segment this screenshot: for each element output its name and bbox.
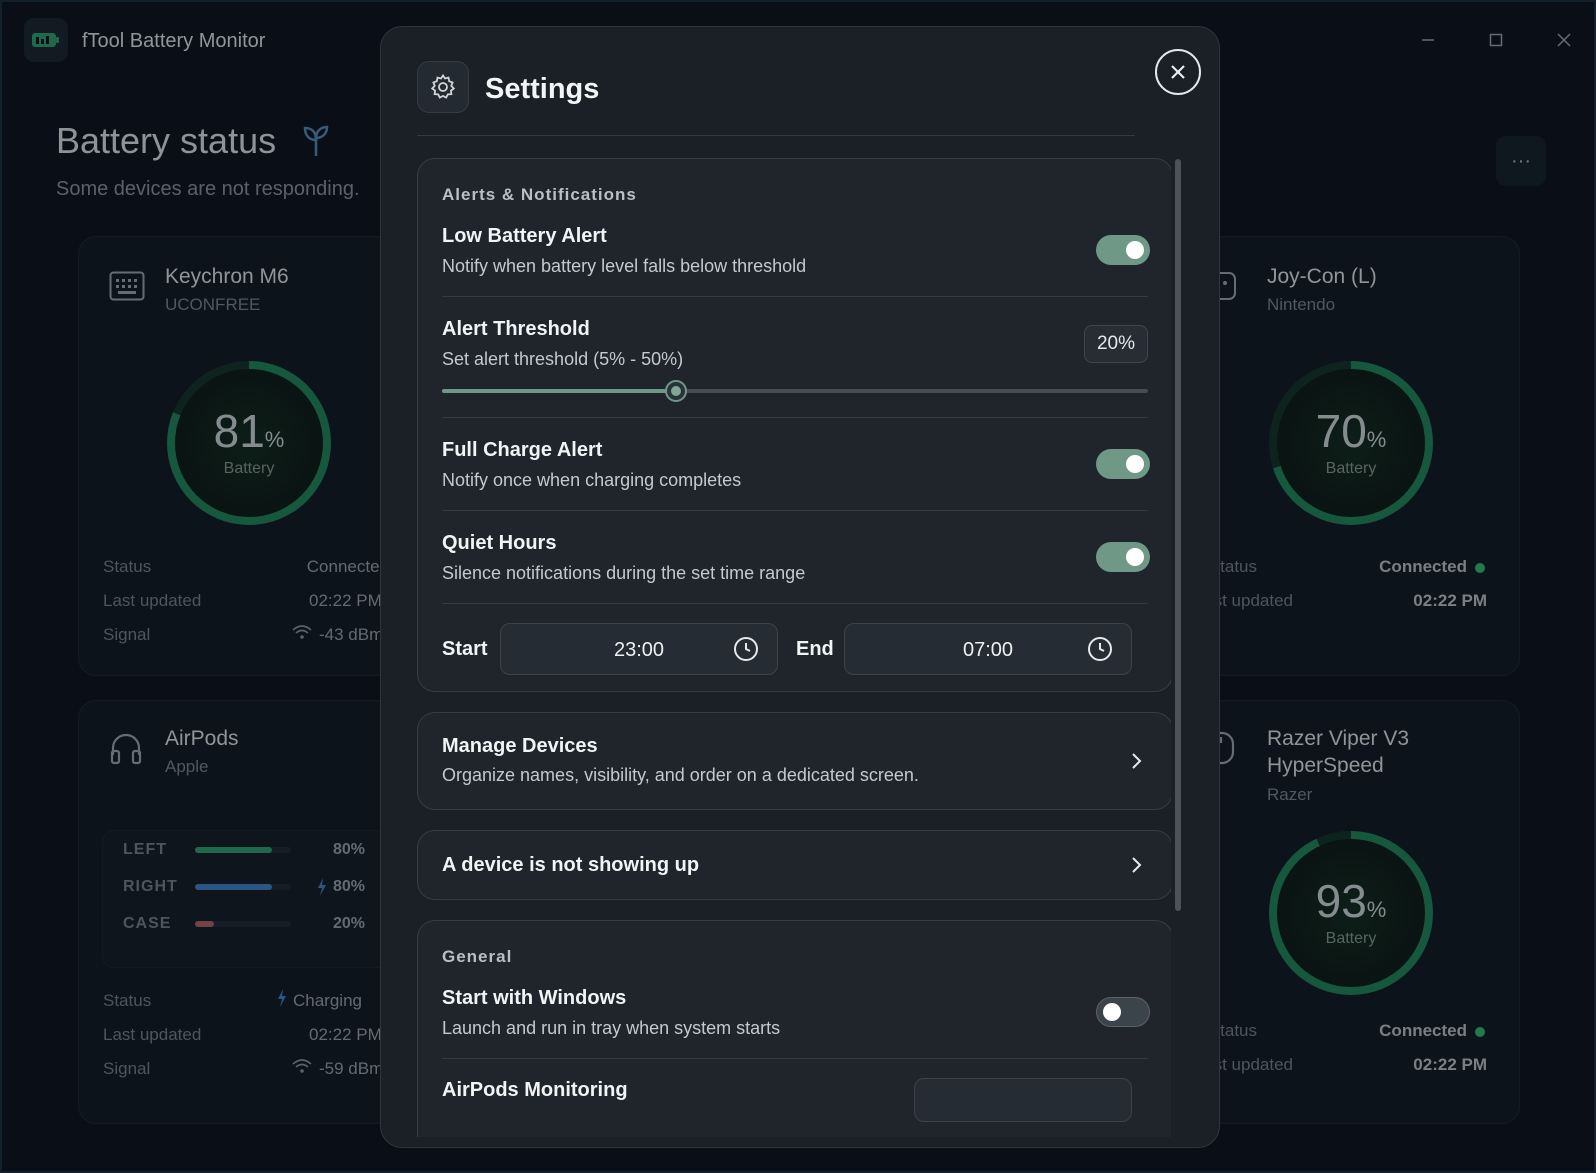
- airpods-monitoring-select[interactable]: [914, 1078, 1132, 1122]
- full-charge-alert-desc: Notify once when charging completes: [442, 470, 742, 490]
- alert-threshold-desc: Set alert threshold (5% - 50%): [442, 349, 684, 369]
- manage-devices-desc: Organize names, visibility, and order on…: [442, 765, 919, 785]
- device-not-showing-title: A device is not showing up: [442, 854, 700, 876]
- start-time-label: Start: [442, 638, 488, 660]
- quiet-hours-title: Quiet Hours: [442, 532, 557, 554]
- divider: [442, 1058, 1148, 1059]
- slider-fill: [442, 389, 676, 393]
- divider: [442, 417, 1148, 418]
- end-time-picker[interactable]: 07:00: [844, 623, 1132, 675]
- clock-icon: [734, 637, 758, 661]
- quiet-hours-desc: Silence notifications during the set tim…: [442, 563, 806, 583]
- divider: [442, 603, 1148, 604]
- start-with-windows-title: Start with Windows: [442, 987, 627, 1009]
- alert-threshold-title: Alert Threshold: [442, 318, 590, 340]
- full-charge-alert-toggle[interactable]: [1096, 449, 1150, 479]
- quiet-hours-toggle[interactable]: [1096, 542, 1150, 572]
- manage-devices-row[interactable]: Manage Devices Organize names, visibilit…: [417, 712, 1171, 810]
- alerts-section: Alerts & Notifications Low Battery Alert…: [417, 158, 1171, 692]
- close-settings-button[interactable]: [1155, 49, 1201, 95]
- end-time-label: End: [796, 638, 834, 660]
- device-not-showing-row[interactable]: A device is not showing up: [417, 830, 1171, 900]
- settings-scrollbar[interactable]: [1175, 159, 1181, 911]
- settings-title: Settings: [485, 73, 600, 105]
- full-charge-alert-title: Full Charge Alert: [442, 439, 603, 461]
- threshold-slider[interactable]: [442, 380, 1148, 402]
- low-battery-alert-desc: Notify when battery level falls below th…: [442, 256, 807, 276]
- chevron-right-icon: [1132, 857, 1142, 873]
- manage-devices-title: Manage Devices: [442, 735, 598, 757]
- airpods-monitoring-title: AirPods Monitoring: [442, 1079, 628, 1101]
- threshold-value-badge: 20%: [1084, 325, 1148, 363]
- start-with-windows-toggle[interactable]: [1096, 997, 1150, 1027]
- settings-scroll-area: Alerts & Notifications Low Battery Alert…: [381, 155, 1171, 1137]
- clock-icon: [1088, 637, 1112, 661]
- close-icon: [1171, 65, 1185, 79]
- start-with-windows-desc: Launch and run in tray when system start…: [442, 1018, 781, 1038]
- slider-thumb[interactable]: [665, 380, 687, 402]
- start-time-picker[interactable]: 23:00: [500, 623, 778, 675]
- section-heading: General: [442, 947, 513, 966]
- general-section: General Start with Windows Launch and ru…: [417, 920, 1171, 1137]
- low-battery-alert-toggle[interactable]: [1096, 235, 1150, 265]
- divider: [442, 296, 1148, 297]
- header-divider: [417, 135, 1135, 136]
- section-heading: Alerts & Notifications: [442, 185, 637, 204]
- divider: [442, 510, 1148, 511]
- settings-dialog: Settings Alerts & Notifications Low Batt…: [380, 26, 1220, 1148]
- low-battery-alert-title: Low Battery Alert: [442, 225, 607, 247]
- chevron-right-icon: [1132, 753, 1142, 769]
- gear-icon: [417, 61, 469, 113]
